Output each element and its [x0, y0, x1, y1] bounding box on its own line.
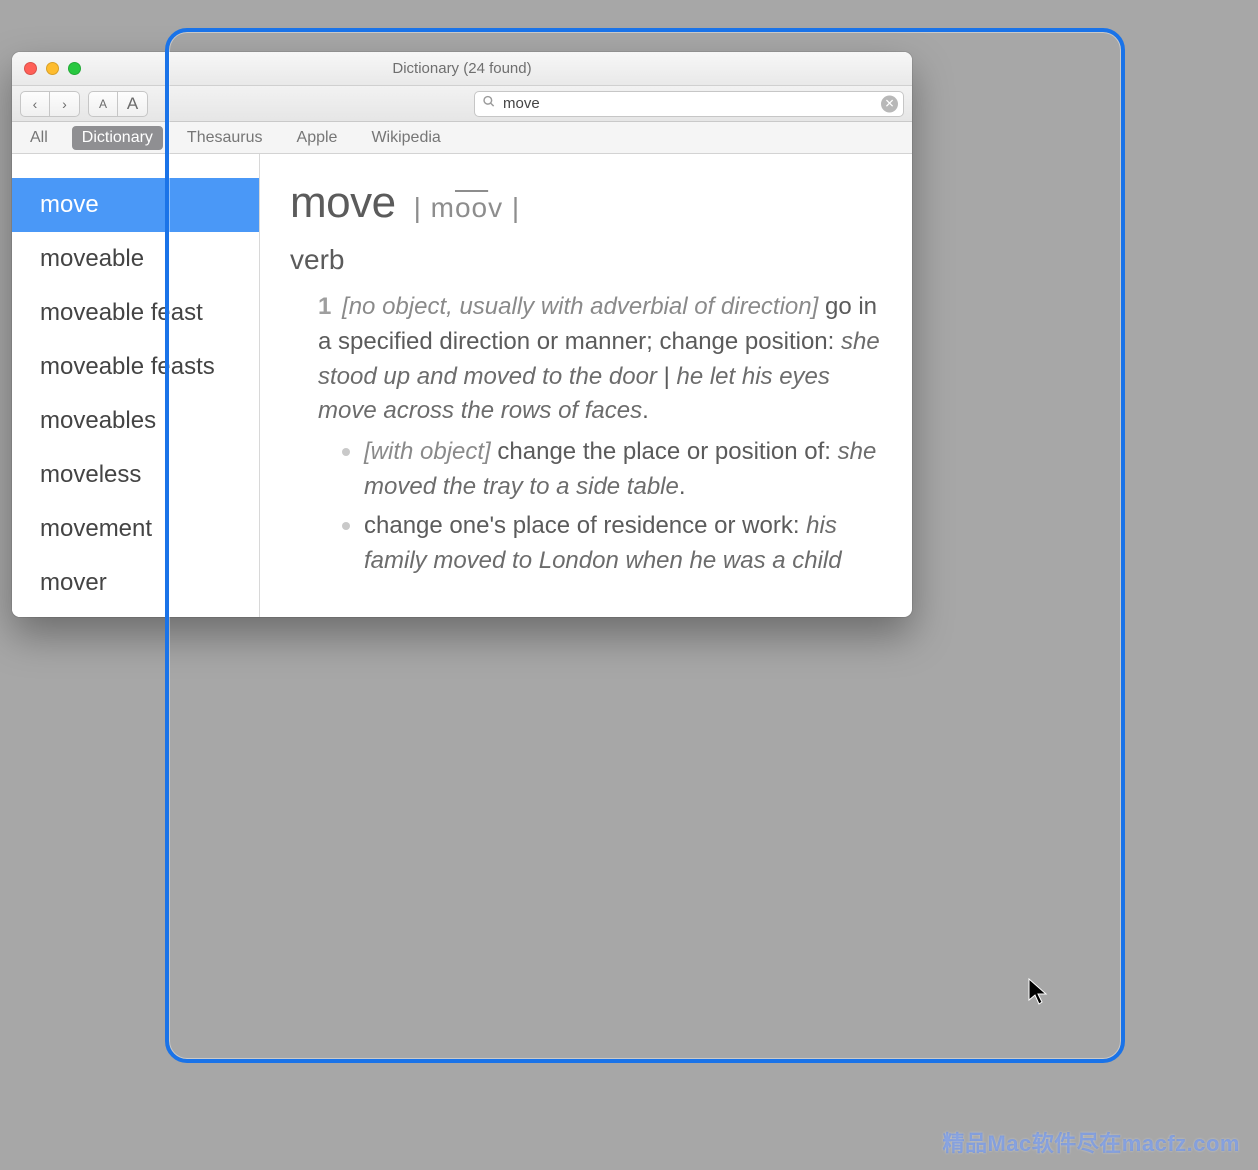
- font-smaller-button[interactable]: A: [88, 91, 118, 117]
- list-item[interactable]: movement: [12, 502, 259, 556]
- pronunciation: | moov |: [414, 192, 521, 224]
- window-title: Dictionary (24 found): [12, 60, 912, 77]
- headword: move: [290, 178, 396, 228]
- zoom-button[interactable]: [68, 62, 81, 75]
- forward-button[interactable]: ›: [50, 91, 80, 117]
- list-item[interactable]: move: [12, 178, 259, 232]
- tab-thesaurus[interactable]: Thesaurus: [177, 126, 273, 150]
- list-item[interactable]: moveables: [12, 394, 259, 448]
- dictionary-window: Dictionary (24 found) ‹ › A A ✕ All Dict…: [12, 52, 912, 617]
- definition-pane: move | moov | verb 1 [no object, usually…: [260, 154, 912, 617]
- search-input[interactable]: [503, 95, 877, 112]
- search-icon: [482, 94, 496, 113]
- source-tabs: All Dictionary Thesaurus Apple Wikipedia: [12, 122, 912, 154]
- titlebar: Dictionary (24 found): [12, 52, 912, 86]
- tab-dictionary[interactable]: Dictionary: [72, 126, 163, 150]
- traffic-lights: [12, 62, 93, 75]
- sense-1: 1 [no object, usually with adverbial of …: [290, 290, 882, 578]
- list-item[interactable]: moveless: [12, 448, 259, 502]
- nav-segment: ‹ ›: [20, 91, 80, 117]
- definition-text: change one's place of residence or work:: [364, 512, 806, 539]
- tab-apple[interactable]: Apple: [287, 126, 348, 150]
- close-button[interactable]: [24, 62, 37, 75]
- list-item[interactable]: moveable feast: [12, 286, 259, 340]
- sense-number: 1: [318, 293, 331, 320]
- grammar-note: [no object, usually with adverbial of di…: [342, 293, 818, 320]
- sub-sense: [with object] change the place or positi…: [342, 435, 882, 505]
- tab-all[interactable]: All: [20, 126, 58, 150]
- toolbar: ‹ › A A ✕: [12, 86, 912, 122]
- part-of-speech: verb: [290, 244, 882, 276]
- minimize-button[interactable]: [46, 62, 59, 75]
- watermark: 精品Mac软件尽在macfz.com: [942, 1126, 1240, 1158]
- tab-wikipedia[interactable]: Wikipedia: [361, 126, 450, 150]
- grammar-note: [with object]: [364, 438, 491, 465]
- clear-search-button[interactable]: ✕: [881, 95, 898, 112]
- definition-text: change the place or position of:: [497, 438, 837, 465]
- search-field[interactable]: ✕: [474, 91, 904, 117]
- font-larger-button[interactable]: A: [118, 91, 148, 117]
- sub-sense: change one's place of residence or work:…: [342, 509, 882, 579]
- back-button[interactable]: ‹: [20, 91, 50, 117]
- font-size-segment: A A: [88, 91, 148, 117]
- cursor-icon: [1028, 978, 1048, 1011]
- list-item[interactable]: moveable: [12, 232, 259, 286]
- split-view: move moveable moveable feast moveable fe…: [12, 154, 912, 617]
- list-item[interactable]: moveable feasts: [12, 340, 259, 394]
- results-sidebar: move moveable moveable feast moveable fe…: [12, 154, 260, 617]
- list-item[interactable]: mover: [12, 556, 259, 610]
